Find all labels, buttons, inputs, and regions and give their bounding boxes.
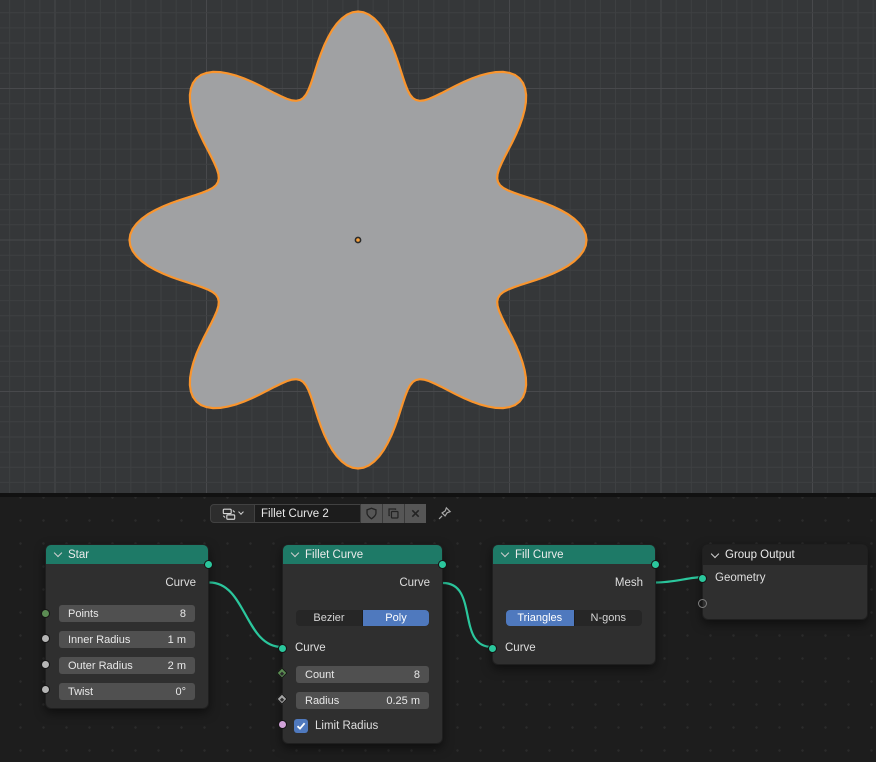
pin-button[interactable] [437, 504, 452, 523]
input-label: Curve [295, 642, 326, 654]
socket-geometry-input[interactable] [698, 574, 707, 583]
field-value: 2 m [168, 660, 186, 672]
field-label: Points [68, 608, 99, 620]
output-label: Mesh [615, 577, 643, 589]
node-fillet-curve[interactable]: Fillet Curve Curve Bezier Poly Curve Cou… [282, 544, 443, 744]
input-label: Geometry [715, 572, 766, 584]
node-group-name-input[interactable] [255, 504, 360, 523]
socket-inner-radius-input[interactable] [41, 634, 50, 643]
field-value: 8 [414, 669, 420, 681]
new-copy-button[interactable] [382, 504, 404, 523]
input-row-curve: Curve [283, 638, 442, 658]
unlink-button[interactable] [404, 504, 426, 523]
node-star[interactable]: Star Curve Points 8 Inner Radius 1 m Out… [45, 544, 209, 709]
socket-virtual-input[interactable] [698, 599, 707, 608]
socket-outer-radius-input[interactable] [41, 660, 50, 669]
mode-poly-button[interactable]: Poly [362, 610, 429, 626]
mode-segmented-control: Bezier Poly [296, 610, 429, 626]
3d-viewport[interactable] [0, 0, 876, 493]
field-value: 8 [180, 608, 186, 620]
field-label: Inner Radius [68, 634, 130, 646]
limit-radius-checkbox[interactable] [294, 719, 308, 733]
output-row-curve: Curve [283, 573, 442, 593]
node-group-output-header[interactable]: Group Output [703, 545, 867, 565]
chevron-down-icon [238, 509, 244, 515]
collapse-chevron-icon[interactable] [711, 549, 719, 557]
node-fillet-curve-header[interactable]: Fillet Curve [283, 545, 442, 564]
socket-curve-input[interactable] [488, 644, 497, 653]
field-label: Twist [68, 686, 93, 698]
count-field[interactable]: Count 8 [296, 666, 429, 683]
twist-field[interactable]: Twist 0° [59, 683, 195, 700]
node-title: Star [68, 549, 89, 561]
inner-radius-field[interactable]: Inner Radius 1 m [59, 631, 195, 648]
field-label: Count [305, 669, 334, 681]
socket-mesh-output[interactable] [651, 560, 660, 569]
socket-points-input[interactable] [41, 609, 50, 618]
duplicate-icon [387, 507, 400, 520]
field-value: 0.25 m [386, 695, 420, 707]
socket-twist-input[interactable] [41, 685, 50, 694]
pin-icon [437, 506, 452, 521]
node-group-output[interactable]: Group Output Geometry [702, 544, 868, 620]
close-icon [410, 508, 421, 519]
output-label: Curve [165, 577, 196, 589]
collapse-chevron-icon[interactable] [291, 549, 299, 557]
checkbox-label: Limit Radius [315, 720, 378, 732]
output-label: Curve [399, 577, 430, 589]
input-row-curve: Curve [493, 638, 655, 658]
node-title: Group Output [725, 549, 795, 561]
node-fill-curve-header[interactable]: Fill Curve [493, 545, 655, 564]
socket-curve-output[interactable] [204, 560, 213, 569]
check-icon [296, 721, 306, 731]
radius-field[interactable]: Radius 0.25 m [296, 692, 429, 709]
node-title: Fill Curve [515, 549, 564, 561]
output-row-mesh: Mesh [493, 573, 655, 593]
input-row-virtual [703, 593, 867, 613]
collapse-chevron-icon[interactable] [54, 549, 62, 557]
outer-radius-field[interactable]: Outer Radius 2 m [59, 657, 195, 674]
socket-curve-output[interactable] [438, 560, 447, 569]
node-tree-icon [222, 507, 236, 521]
points-field[interactable]: Points 8 [59, 605, 195, 622]
blender-window: Star Curve Points 8 Inner Radius 1 m Out… [0, 0, 876, 762]
node-star-header[interactable]: Star [46, 545, 208, 564]
mode-segmented-control: Triangles N-gons [506, 610, 642, 626]
node-fill-curve[interactable]: Fill Curve Mesh Triangles N-gons Curve [492, 544, 656, 665]
input-label: Curve [505, 642, 536, 654]
socket-curve-input[interactable] [278, 644, 287, 653]
limit-radius-row: Limit Radius [294, 717, 429, 734]
fake-user-button[interactable] [360, 504, 382, 523]
input-row-geometry: Geometry [703, 568, 867, 588]
collapse-chevron-icon[interactable] [501, 549, 509, 557]
shield-icon [365, 507, 378, 520]
field-value: 1 m [168, 634, 186, 646]
mode-ngons-button[interactable]: N-gons [574, 610, 643, 626]
node-group-datablock-selector [210, 504, 452, 523]
output-row-curve: Curve [46, 573, 208, 593]
field-value: 0° [175, 686, 186, 698]
field-label: Radius [305, 695, 339, 707]
field-label: Outer Radius [68, 660, 133, 672]
socket-limit-radius-input[interactable] [278, 720, 287, 729]
browse-node-group-button[interactable] [210, 504, 255, 523]
mode-bezier-button[interactable]: Bezier [296, 610, 362, 626]
geometry-node-editor[interactable]: Star Curve Points 8 Inner Radius 1 m Out… [0, 497, 876, 762]
node-title: Fillet Curve [305, 549, 363, 561]
mode-triangles-button[interactable]: Triangles [506, 610, 574, 626]
